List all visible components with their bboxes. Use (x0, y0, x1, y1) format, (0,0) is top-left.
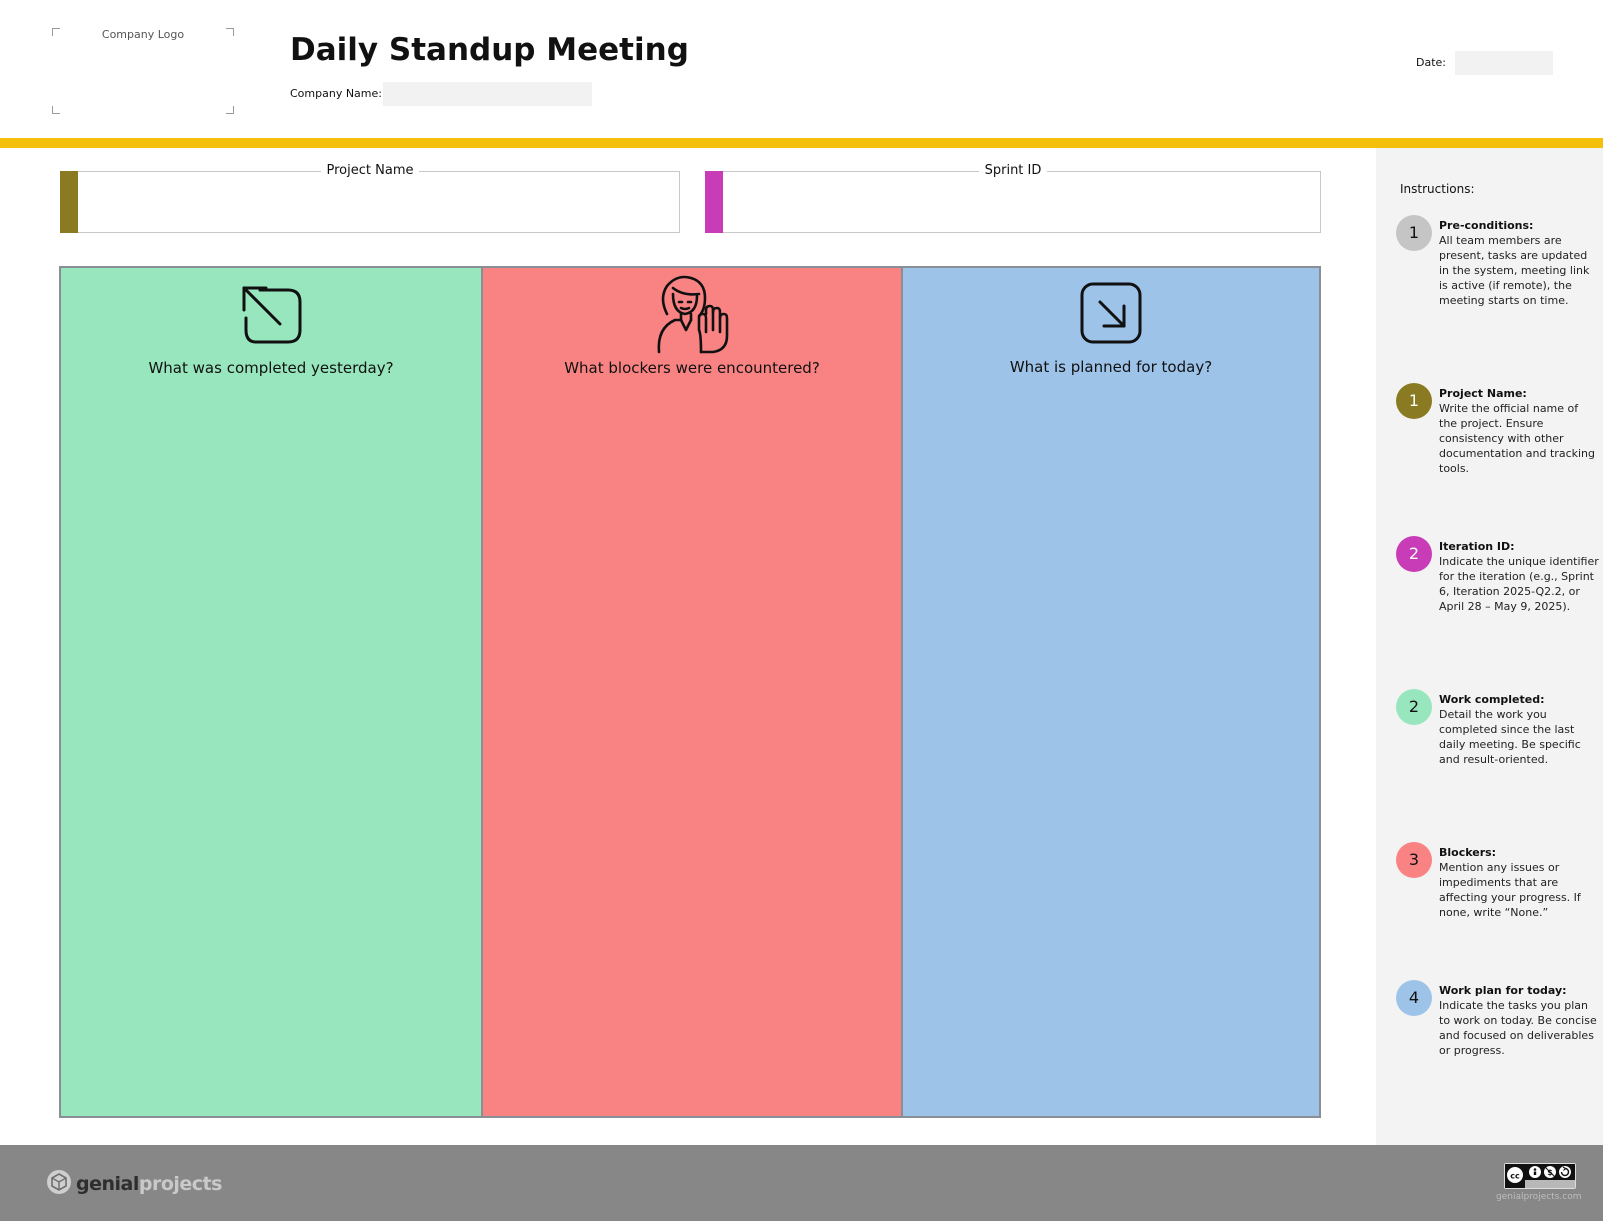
step-heading: Blockers: (1439, 846, 1497, 859)
page-footer: genialprojects cc $ genialprojects.com (0, 1145, 1603, 1221)
column-planned-today[interactable]: What is planned for today? (901, 268, 1319, 1116)
svg-text:cc: cc (1510, 1172, 1520, 1181)
column-title: What is planned for today? (1009, 358, 1213, 376)
project-name-label: Project Name (320, 163, 420, 178)
step-text: Indicate the unique identifier for the i… (1439, 555, 1599, 613)
company-name-field[interactable] (383, 82, 592, 106)
step-body: Pre-conditions: All team members are pre… (1439, 218, 1599, 308)
project-name-swatch (60, 171, 78, 233)
sprint-id-field[interactable]: Sprint ID (705, 163, 1321, 233)
step-text: Mention any issues or impediments that a… (1439, 861, 1581, 919)
step-number-badge: 4 (1396, 980, 1432, 1016)
column-blockers[interactable]: What blockers were encountered? (481, 268, 901, 1116)
page-header: Company Logo Daily Standup Meeting Compa… (0, 0, 1603, 138)
column-completed-yesterday[interactable]: What was completed yesterday? (61, 268, 481, 1116)
person-stop-hand-icon (651, 274, 733, 360)
column-title: What was completed yesterday? (148, 359, 394, 377)
step-number-badge: 3 (1396, 842, 1432, 878)
arrow-down-right-icon (1078, 280, 1144, 350)
step-text: All team members are present, tasks are … (1439, 234, 1590, 307)
instructions-panel: Instructions: 1 Pre-conditions: All team… (1376, 148, 1603, 1145)
step-number-badge: 2 (1396, 536, 1432, 572)
step-heading: Work completed: (1439, 693, 1545, 706)
logo-corner-bottom-right (226, 106, 234, 114)
project-name-legend: Project Name (61, 163, 679, 179)
step-heading: Work plan for today: (1439, 984, 1567, 997)
genialprojects-logo[interactable]: genialprojects (46, 1169, 222, 1199)
brand-wordmark: genialprojects (76, 1173, 222, 1195)
column-title: What blockers were encountered? (564, 359, 820, 377)
header-divider (0, 138, 1603, 148)
step-heading: Pre-conditions: (1439, 219, 1534, 232)
page-title: Daily Standup Meeting (290, 32, 689, 68)
company-name-label: Company Name: (290, 87, 382, 100)
step-heading: Iteration ID: (1439, 540, 1515, 553)
brand-cube-icon (46, 1169, 72, 1199)
creative-commons-license-icon[interactable]: cc $ (1504, 1163, 1576, 1189)
arrow-up-left-icon (238, 280, 304, 350)
brand-part-genial: genial (76, 1173, 139, 1195)
date-field[interactable] (1455, 51, 1553, 75)
sprint-id-label: Sprint ID (978, 163, 1048, 178)
step-heading: Project Name: (1439, 387, 1527, 400)
step-body: Project Name: Write the official name of… (1439, 386, 1599, 476)
step-number-badge: 2 (1396, 689, 1432, 725)
project-name-field[interactable]: Project Name (60, 163, 680, 233)
step-body: Work completed: Detail the work you comp… (1439, 692, 1599, 767)
sprint-id-swatch (705, 171, 723, 233)
logo-corner-bottom-left (52, 106, 60, 114)
step-body: Blockers: Mention any issues or impedime… (1439, 845, 1599, 920)
instructions-title: Instructions: (1400, 182, 1475, 196)
sprint-id-legend: Sprint ID (706, 163, 1320, 179)
step-text: Indicate the tasks you plan to work on t… (1439, 999, 1597, 1057)
logo-placeholder-label: Company Logo (101, 28, 185, 41)
step-number-badge: 1 (1396, 383, 1432, 419)
company-logo-placeholder[interactable]: Company Logo (52, 28, 234, 114)
step-body: Work plan for today: Indicate the tasks … (1439, 983, 1599, 1058)
license-url[interactable]: genialprojects.com (1496, 1192, 1581, 1202)
step-text: Write the official name of the project. … (1439, 402, 1596, 475)
brand-part-projects: projects (138, 1173, 223, 1195)
standup-board: What was completed yesterday? What block… (59, 266, 1321, 1118)
step-number-badge: 1 (1396, 215, 1432, 251)
step-body: Iteration ID: Indicate the unique identi… (1439, 539, 1599, 614)
step-text: Detail the work you completed since the … (1439, 708, 1581, 766)
date-label: Date: (1416, 56, 1446, 69)
